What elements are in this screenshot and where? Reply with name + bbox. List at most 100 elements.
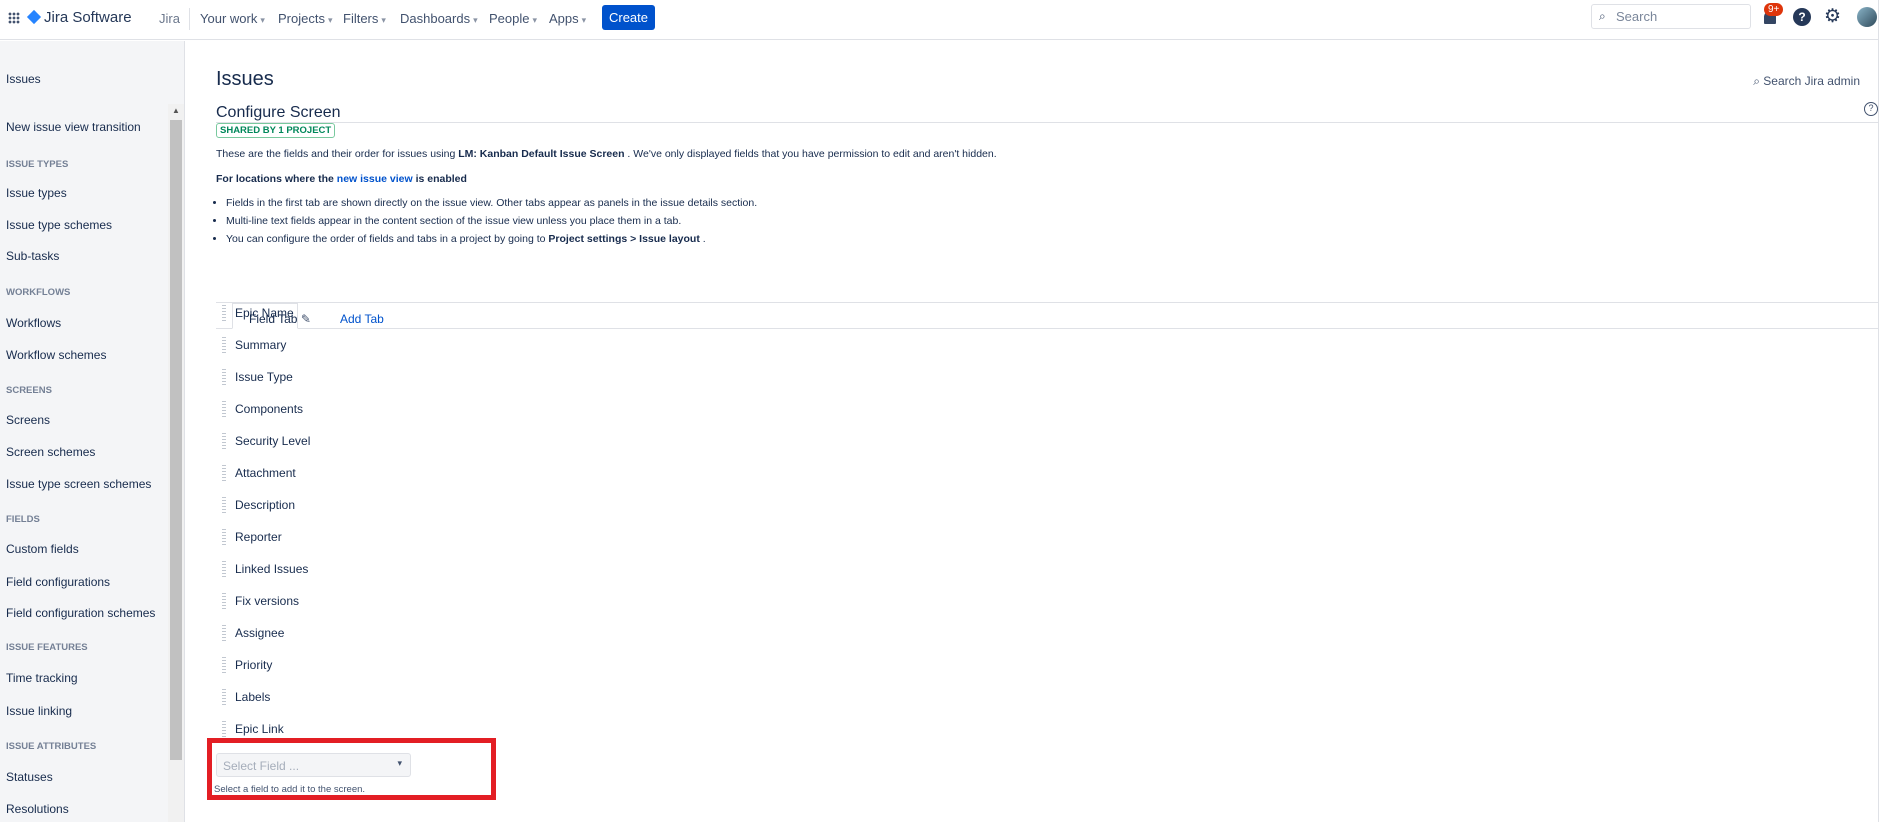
drag-handle-icon[interactable] [222, 689, 226, 705]
search-icon: ⌕ [1753, 74, 1764, 88]
info-list: Fields in the first tab are shown direct… [226, 194, 757, 248]
sidebar-item[interactable]: Issue type schemes [6, 218, 112, 232]
sidebar-item[interactable]: New issue view transition [6, 120, 141, 134]
avatar[interactable] [1857, 7, 1877, 27]
drag-handle-icon[interactable] [222, 625, 226, 641]
sidebar-item[interactable]: Issue types [6, 186, 67, 200]
create-button[interactable]: Create [602, 5, 655, 30]
nav-label: Your work [200, 11, 258, 26]
field-row[interactable]: Components [216, 401, 616, 421]
product-name[interactable]: Jira Software [44, 9, 132, 26]
drag-handle-icon[interactable] [222, 337, 226, 353]
field-row[interactable]: Reporter [216, 529, 616, 549]
drag-handle-icon[interactable] [222, 369, 226, 385]
nav-label: Filters [343, 11, 379, 26]
field-name: Fix versions [235, 594, 300, 608]
field-name: Attachment [235, 466, 296, 480]
field-name: Summary [235, 338, 287, 352]
nav-people[interactable]: People ▾ [489, 11, 537, 26]
sidebar-item[interactable]: Field configurations [6, 575, 110, 589]
divider [189, 8, 190, 30]
field-name: Components [235, 402, 304, 416]
field-row[interactable]: Priority [216, 657, 616, 677]
admin-sidebar: Issues New issue view transition ISSUE TYP… [0, 41, 185, 822]
sidebar-section-heading: ISSUE TYPES [6, 159, 69, 170]
nav-label: People [489, 11, 530, 26]
select-placeholder: Select Field ... [223, 759, 300, 773]
nav-label: Dashboards [400, 11, 471, 26]
search-jira-admin-link[interactable]: ⌕ Search Jira admin [1753, 74, 1860, 89]
chevron-down-icon: ▾ [581, 15, 587, 25]
nav-filters[interactable]: Filters ▾ [343, 11, 386, 26]
sidebar-item[interactable]: Time tracking [6, 671, 78, 685]
sidebar-item[interactable]: Resolutions [6, 802, 69, 816]
drag-handle-icon[interactable] [222, 305, 226, 321]
field-name: Linked Issues [235, 562, 309, 576]
help-icon[interactable]: ? [1864, 102, 1878, 116]
search-input[interactable]: ⌕ Search [1591, 4, 1751, 29]
drag-handle-icon[interactable] [222, 529, 226, 545]
field-name: Issue Type [235, 370, 293, 384]
nav-dashboards[interactable]: Dashboards ▾ [400, 11, 478, 26]
divider [216, 122, 1878, 123]
field-row[interactable]: Summary [216, 337, 616, 357]
field-row[interactable]: Epic Name [216, 305, 616, 325]
field-row[interactable]: Labels [216, 689, 616, 709]
drag-handle-icon[interactable] [222, 657, 226, 673]
drag-handle-icon[interactable] [222, 465, 226, 481]
settings-icon[interactable]: ⚙ [1824, 5, 1841, 28]
sidebar-item[interactable]: Workflows [6, 316, 61, 330]
info-item: Fields in the first tab are shown direct… [226, 194, 757, 212]
sidebar-item[interactable]: Custom fields [6, 542, 79, 556]
app-switcher-icon[interactable] [8, 12, 20, 24]
divider [216, 302, 1878, 303]
field-row[interactable]: Fix versions [216, 593, 616, 613]
field-name: Description [235, 498, 296, 512]
site-name[interactable]: Jira [159, 11, 180, 26]
drag-handle-icon[interactable] [222, 561, 226, 577]
badge-label: SHARED BY 1 PROJECT [220, 125, 332, 136]
chevron-down-icon: ▾ [327, 15, 333, 25]
drag-handle-icon[interactable] [222, 401, 226, 417]
sidebar-item[interactable]: Issue type screen schemes [6, 477, 151, 491]
select-field-dropdown[interactable]: Select Field ... ▾ [216, 753, 411, 777]
search-admin-label: Search Jira admin [1763, 74, 1860, 88]
search-placeholder: Search [1616, 9, 1658, 24]
sidebar-item[interactable]: Sub-tasks [6, 249, 59, 263]
help-icon[interactable]: ? [1793, 8, 1811, 26]
field-row[interactable]: Attachment [216, 465, 616, 485]
section-title: Configure Screen [216, 104, 341, 121]
field-row[interactable]: Linked Issues [216, 561, 616, 581]
nav-projects[interactable]: Projects ▾ [278, 11, 333, 26]
field-name: Assignee [235, 626, 285, 640]
shared-badge[interactable]: SHARED BY 1 PROJECT [216, 123, 336, 138]
sidebar-item[interactable]: Issues [6, 72, 41, 86]
sidebar-item[interactable]: Workflow schemes [6, 348, 106, 362]
info-item: You can configure the order of fields an… [226, 230, 757, 248]
field-row[interactable]: Issue Type [216, 369, 616, 389]
sidebar-item[interactable]: Issue linking [6, 704, 72, 718]
text-bold: Project settings > Issue layout [548, 233, 700, 245]
nav-your-work[interactable]: Your work ▾ [200, 11, 265, 26]
sidebar-scrollbar[interactable]: ▲ [168, 104, 184, 822]
page-title: Issues [216, 68, 274, 90]
drag-handle-icon[interactable] [222, 593, 226, 609]
nav-apps[interactable]: Apps ▾ [549, 11, 586, 26]
new-issue-view-link[interactable]: new issue view [337, 173, 413, 185]
sidebar-item[interactable]: Field configuration schemes [6, 606, 155, 620]
sidebar-item[interactable]: Screens [6, 413, 50, 427]
drag-handle-icon[interactable] [222, 433, 226, 449]
sidebar-item[interactable]: Screen schemes [6, 445, 95, 459]
field-row[interactable]: Security Level [216, 433, 616, 453]
nav-label: Projects [278, 11, 325, 26]
drag-handle-icon[interactable] [222, 497, 226, 513]
field-row[interactable]: Assignee [216, 625, 616, 645]
drag-handle-icon[interactable] [222, 721, 226, 737]
chevron-down-icon: ▾ [532, 15, 538, 25]
field-row[interactable]: Description [216, 497, 616, 517]
scrollbar-thumb[interactable] [170, 120, 182, 760]
sidebar-item[interactable]: Statuses [6, 770, 53, 784]
page-scrollbar[interactable] [1878, 0, 1896, 822]
screen-name: LM: Kanban Default Issue Screen [458, 148, 625, 160]
text: These are the fields and their order for… [216, 148, 459, 160]
